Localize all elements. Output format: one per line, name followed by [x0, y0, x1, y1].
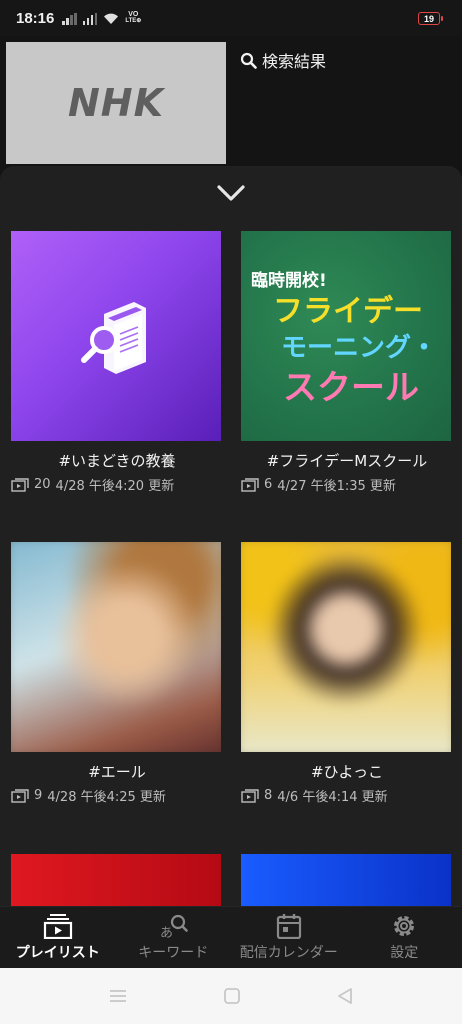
playlist-card[interactable]: 臨時開校! フライデー モーニング・ スクール #フライデーMスクール 6 4/…	[241, 231, 453, 494]
status-time: 18:16	[16, 9, 55, 27]
wifi-icon	[104, 13, 119, 24]
svg-text:あ: あ	[160, 926, 173, 939]
playlist-title: #ひよっこ	[310, 763, 384, 781]
nhk-logo: NHK	[67, 81, 165, 125]
playlist-meta: 6 4/27 午後1:35 更新	[241, 475, 453, 494]
thumb-caption-line: スクール	[283, 368, 419, 408]
updated-time: 4/6 午後4:14 更新	[277, 790, 388, 805]
search-result-label: 検索結果	[262, 52, 327, 71]
volte-icon: VO LTE⊕	[125, 11, 142, 24]
nav-settings[interactable]: 設定	[347, 907, 462, 968]
nav-label: 配信カレンダー	[239, 945, 338, 961]
playlist-title: #エール	[88, 763, 146, 781]
search-header: NHK 検索結果	[0, 36, 462, 168]
playlist-card[interactable]: #いまどきの教養 20 4/28 午後4:20 更新	[11, 231, 223, 494]
nav-label: プレイリスト	[15, 945, 100, 961]
playlist-thumbnail[interactable]	[11, 854, 221, 906]
playlist-thumbnail[interactable]: 臨時開校! フライデー モーニング・ スクール	[241, 231, 451, 441]
video-count: 8	[264, 788, 273, 803]
playlist-title: #フライデーMスクール	[266, 452, 428, 470]
book-search-icon	[81, 302, 146, 374]
collapse-button[interactable]	[214, 178, 248, 208]
playlist-thumbnail[interactable]	[241, 542, 451, 752]
search-result-link[interactable]: 検索結果	[240, 48, 326, 72]
battery-icon: 19	[418, 12, 443, 25]
signal-icon-1	[62, 13, 77, 25]
updated-time: 4/28 午後4:20 更新	[55, 479, 175, 494]
thumb-caption-line: モーニング・	[281, 333, 438, 363]
system-navigation-bar	[0, 968, 462, 1024]
playlist-card[interactable]: #ひよっこ 8 4/6 午後4:14 更新	[241, 542, 453, 805]
nav-playlist[interactable]: プレイリスト	[0, 907, 116, 968]
calendar-icon	[276, 914, 301, 939]
video-count-icon	[241, 477, 259, 492]
playlist-card[interactable]: #エール 9 4/28 午後4:25 更新	[11, 542, 223, 805]
battery-level: 19	[423, 13, 434, 24]
back-icon[interactable]	[336, 987, 354, 1005]
playlist-thumbnail[interactable]	[11, 542, 221, 752]
playlist-thumbnail[interactable]	[11, 231, 221, 441]
playlist-thumbnail[interactable]	[241, 854, 451, 906]
playlist-meta: 9 4/28 午後4:25 更新	[11, 786, 223, 805]
video-count: 6	[264, 477, 273, 492]
blurred-image	[11, 542, 221, 752]
thumb-caption-line: 臨時開校!	[251, 271, 327, 291]
playlist-sheet: #いまどきの教養 20 4/28 午後4:20 更新 臨時開校! フライデー モ…	[0, 166, 462, 906]
status-bar: 18:16 VO LTE⊕ 19	[0, 0, 462, 36]
playlist-card[interactable]	[11, 854, 223, 906]
video-count: 20	[34, 477, 51, 492]
recent-apps-icon[interactable]	[108, 988, 128, 1004]
video-count-icon	[11, 788, 29, 803]
gear-icon	[394, 916, 415, 936]
video-count: 9	[34, 788, 43, 803]
thumb-caption-line: フライデー	[273, 294, 423, 329]
chevron-down-icon	[217, 185, 245, 201]
playlist-title: #いまどきの教養	[58, 452, 176, 470]
nav-label: キーワード	[138, 945, 209, 961]
playlist-card[interactable]	[241, 854, 453, 906]
home-icon[interactable]	[223, 987, 241, 1005]
search-icon	[240, 52, 257, 69]
blurred-image	[241, 542, 451, 752]
video-count-icon	[11, 477, 29, 492]
nav-label: 設定	[390, 945, 419, 961]
keyword-search-icon: あ	[160, 914, 189, 939]
playlist-meta: 20 4/28 午後4:20 更新	[11, 475, 223, 494]
status-icons: VO LTE⊕	[62, 11, 141, 25]
signal-icon-2	[82, 13, 98, 25]
playlist-icon	[43, 914, 72, 939]
nav-keyword[interactable]: あ キーワード	[116, 907, 232, 968]
bottom-nav: プレイリスト あ キーワード 配信カレンダー 設定	[0, 906, 462, 968]
updated-time: 4/27 午後1:35 更新	[277, 479, 396, 494]
program-thumbnail[interactable]: NHK	[6, 42, 226, 164]
playlist-meta: 8 4/6 午後4:14 更新	[241, 786, 453, 805]
video-count-icon	[241, 788, 259, 803]
updated-time: 4/28 午後4:25 更新	[47, 790, 166, 805]
nav-calendar[interactable]: 配信カレンダー	[231, 907, 347, 968]
